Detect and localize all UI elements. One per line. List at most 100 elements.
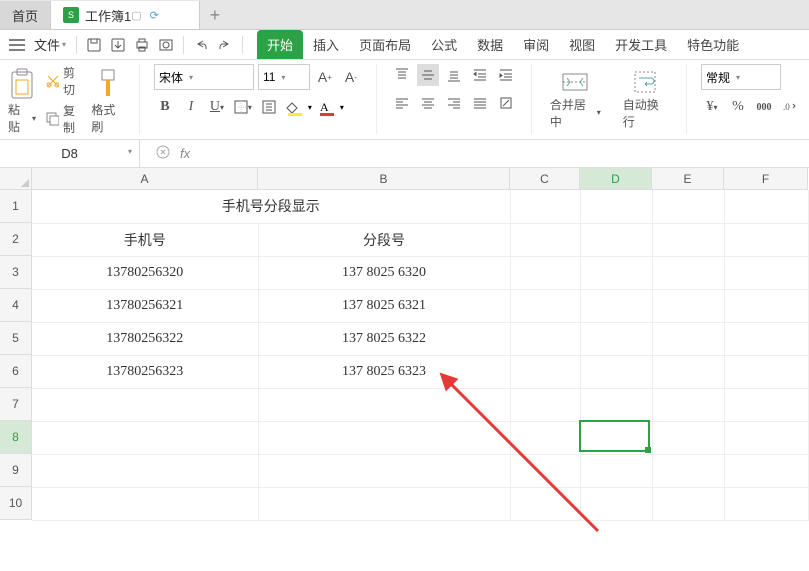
- row-headers: 12345678910: [0, 190, 32, 520]
- fill-color-button[interactable]: ▾: [284, 96, 312, 118]
- tab-presentation-icon[interactable]: ▢: [131, 9, 141, 22]
- number-format-combo[interactable]: 常规▾: [701, 64, 781, 90]
- cell-B6: 137 8025 6323: [259, 356, 510, 388]
- justify-button[interactable]: [469, 92, 491, 114]
- increase-indent-button[interactable]: [495, 64, 517, 86]
- font-color-button[interactable]: A▾: [316, 96, 344, 118]
- font-group: 宋体▾ 11▾ A+ A- B I U▾ ▾ ▾ A▾: [154, 64, 362, 135]
- decrease-indent-button[interactable]: [469, 64, 491, 86]
- cancel-formula-icon[interactable]: [156, 145, 170, 162]
- ribbon-tab-dev[interactable]: 开发工具: [605, 30, 677, 59]
- separator: [531, 64, 532, 134]
- col-header-F[interactable]: F: [724, 168, 808, 190]
- decrease-font-button[interactable]: A-: [340, 64, 362, 90]
- save-as-icon[interactable]: [107, 34, 129, 56]
- comma-style-button[interactable]: 000: [753, 96, 775, 118]
- tab-home-label: 首页: [12, 6, 38, 25]
- cell-A4: 13780256321: [32, 290, 258, 322]
- border-button[interactable]: ▾: [232, 96, 254, 118]
- col-header-C[interactable]: C: [510, 168, 580, 190]
- undo-icon[interactable]: [190, 34, 212, 56]
- tab-right-icons: ▢ ⟳: [131, 9, 179, 22]
- col-header-B[interactable]: B: [258, 168, 510, 190]
- grid[interactable]: 手机号分段显示手机号分段号13780256320137 8025 6320137…: [32, 190, 809, 521]
- separator: [376, 64, 377, 134]
- hamburger-icon[interactable]: [6, 34, 28, 56]
- increase-decimal-button[interactable]: .0: [779, 96, 801, 118]
- row-header-1[interactable]: 1: [0, 190, 32, 223]
- row-header-6[interactable]: 6: [0, 355, 32, 388]
- tab-sync-icon[interactable]: ⟳: [150, 9, 159, 22]
- name-box[interactable]: D8 ▾: [0, 140, 140, 167]
- merge-icon: [561, 70, 589, 94]
- copy-button[interactable]: 复制: [46, 102, 85, 136]
- format-painter-button[interactable]: 格式刷: [91, 64, 125, 135]
- title-tabs-bar: 首页 S 工作簿1 ▢ ⟳ +: [0, 0, 809, 30]
- align-middle-button[interactable]: [417, 64, 439, 86]
- chevron-down-icon: ▾: [62, 40, 66, 49]
- italic-button[interactable]: I: [180, 96, 202, 118]
- align-group: [391, 64, 517, 135]
- align-bottom-button[interactable]: [443, 64, 465, 86]
- print-icon[interactable]: [131, 34, 153, 56]
- stacked-text-button[interactable]: [258, 96, 280, 118]
- align-right-button[interactable]: [443, 92, 465, 114]
- align-center-button[interactable]: [417, 92, 439, 114]
- fx-label[interactable]: fx: [180, 146, 190, 161]
- auto-wrap-button[interactable]: 自动换行: [619, 64, 672, 135]
- row-header-8[interactable]: 8: [0, 421, 32, 454]
- ribbon-tab-features[interactable]: 特色功能: [677, 30, 749, 59]
- cell-B3: 137 8025 6320: [259, 257, 510, 289]
- print-preview-icon[interactable]: [155, 34, 177, 56]
- ribbon-tab-view[interactable]: 视图: [559, 30, 605, 59]
- col-header-D[interactable]: D: [580, 168, 652, 190]
- bold-button[interactable]: B: [154, 96, 176, 118]
- paste-button[interactable]: 粘贴▾: [8, 64, 36, 135]
- redo-icon[interactable]: [214, 34, 236, 56]
- align-top-button[interactable]: [391, 64, 413, 86]
- ribbon-tabs: 开始 插入 页面布局 公式 数据 审阅 视图 开发工具 特色功能: [257, 30, 749, 59]
- tab-home[interactable]: 首页: [0, 1, 51, 29]
- row-header-10[interactable]: 10: [0, 487, 32, 520]
- font-size-combo[interactable]: 11▾: [258, 64, 310, 90]
- clipboard-group: 粘贴▾ 剪切 复制 格式刷: [8, 64, 125, 135]
- select-all-corner[interactable]: [0, 168, 32, 190]
- separator: [183, 36, 184, 54]
- merge-center-button[interactable]: 合并居中▾: [546, 64, 605, 135]
- ribbon-tab-review[interactable]: 审阅: [513, 30, 559, 59]
- row-header-9[interactable]: 9: [0, 454, 32, 487]
- format-painter-label: 格式刷: [91, 101, 125, 135]
- cell-A3: 13780256320: [32, 257, 258, 289]
- save-icon[interactable]: [83, 34, 105, 56]
- formula-input[interactable]: [206, 140, 809, 167]
- ribbon-tab-start[interactable]: 开始: [257, 30, 303, 59]
- cut-button[interactable]: 剪切: [46, 64, 85, 98]
- menubar: 文件▾ 开始 插入 页面布局 公式 数据 审阅 视图 开发工具 特色功能: [0, 30, 809, 60]
- ribbon-tab-layout[interactable]: 页面布局: [349, 30, 421, 59]
- percent-button[interactable]: %: [727, 96, 749, 118]
- new-tab-button[interactable]: +: [200, 1, 230, 29]
- row-header-4[interactable]: 4: [0, 289, 32, 322]
- row-header-7[interactable]: 7: [0, 388, 32, 421]
- row-header-5[interactable]: 5: [0, 322, 32, 355]
- copy-label: 复制: [63, 102, 85, 136]
- spreadsheet-app-icon: S: [63, 7, 79, 23]
- orientation-button[interactable]: [495, 92, 517, 114]
- row-header-3[interactable]: 3: [0, 256, 32, 289]
- column-headers: ABCDEF: [32, 168, 808, 190]
- currency-button[interactable]: ¥▾: [701, 96, 723, 118]
- font-name-combo[interactable]: 宋体▾: [154, 64, 254, 90]
- underline-button[interactable]: U▾: [206, 96, 228, 118]
- increase-font-button[interactable]: A+: [314, 64, 336, 90]
- align-left-button[interactable]: [391, 92, 413, 114]
- ribbon-tab-formula[interactable]: 公式: [421, 30, 467, 59]
- ribbon-tab-insert[interactable]: 插入: [303, 30, 349, 59]
- ribbon-tab-data[interactable]: 数据: [467, 30, 513, 59]
- name-box-chevron[interactable]: ▾: [125, 144, 135, 159]
- col-header-A[interactable]: A: [32, 168, 258, 190]
- row-header-2[interactable]: 2: [0, 223, 32, 256]
- scissors-icon: [46, 74, 59, 88]
- tab-workbook[interactable]: S 工作簿1 ▢ ⟳: [51, 1, 200, 29]
- col-header-E[interactable]: E: [652, 168, 724, 190]
- file-menu[interactable]: 文件▾: [30, 35, 70, 54]
